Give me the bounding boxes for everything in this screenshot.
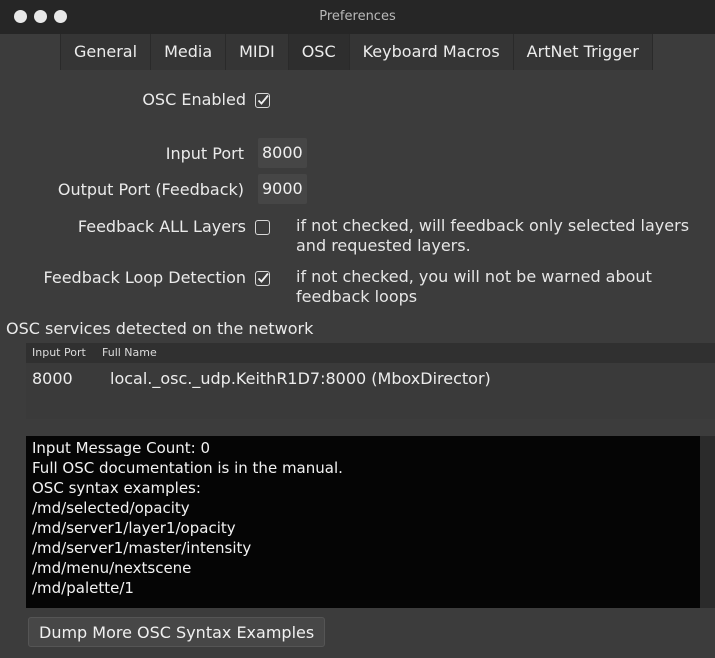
tab-keyboard-macros[interactable]: Keyboard Macros bbox=[349, 34, 514, 70]
feedback-loop-detection-label: Feedback Loop Detection bbox=[43, 268, 246, 287]
column-header-full-name[interactable]: Full Name bbox=[102, 343, 157, 363]
osc-console-output[interactable]: Input Message Count: 0 Full OSC document… bbox=[26, 436, 700, 608]
services-table: Input Port Full Name 8000 local._osc._ud… bbox=[26, 343, 715, 419]
window-title: Preferences bbox=[319, 9, 396, 24]
console-scrollbar[interactable] bbox=[700, 436, 715, 608]
console-line: /md/menu/nextscene bbox=[32, 559, 192, 577]
console-line: OSC syntax examples: bbox=[32, 479, 201, 497]
console-line: Full OSC documentation is in the manual. bbox=[32, 459, 343, 477]
service-port-cell: 8000 bbox=[32, 369, 73, 388]
output-port-field[interactable]: 9000 bbox=[258, 174, 307, 204]
tab-artnet-trigger[interactable]: ArtNet Trigger bbox=[513, 34, 653, 70]
input-port-label: Input Port bbox=[165, 144, 244, 163]
column-header-input-port[interactable]: Input Port bbox=[32, 343, 86, 363]
input-port-field[interactable]: 8000 bbox=[258, 138, 307, 168]
checkmark-icon bbox=[257, 94, 269, 105]
osc-enabled-label: OSC Enabled bbox=[142, 90, 246, 109]
console-line: /md/server1/layer1/opacity bbox=[32, 519, 236, 537]
feedback-all-layers-checkbox[interactable] bbox=[255, 220, 270, 235]
tab-media[interactable]: Media bbox=[151, 34, 227, 70]
services-section-title: OSC services detected on the network bbox=[6, 319, 314, 338]
checkmark-icon bbox=[257, 272, 269, 283]
title-bar: Preferences bbox=[0, 0, 715, 34]
console-line: /md/palette/1 bbox=[32, 579, 134, 597]
dump-more-examples-button[interactable]: Dump More OSC Syntax Examples bbox=[28, 617, 326, 647]
tab-general[interactable]: General bbox=[60, 34, 152, 70]
console-line: /md/selected/opacity bbox=[32, 499, 190, 517]
console-line: Input Message Count: 0 bbox=[32, 439, 211, 457]
feedback-all-layers-note: if not checked, will feedback only selec… bbox=[296, 216, 690, 255]
tab-osc[interactable]: OSC bbox=[288, 34, 350, 70]
tab-bar: General Media MIDI OSC Keyboard Macros A… bbox=[60, 34, 653, 70]
osc-settings-panel: OSC Enabled Input Port 8000 Output Port … bbox=[0, 70, 715, 658]
feedback-all-layers-label: Feedback ALL Layers bbox=[77, 217, 246, 236]
service-name-cell: local._osc._udp.KeithR1D7:8000 (MboxDire… bbox=[110, 369, 491, 388]
feedback-loop-detection-checkbox[interactable] bbox=[255, 271, 270, 286]
console-line: /md/server1/master/intensity bbox=[32, 539, 252, 557]
output-port-label: Output Port (Feedback) bbox=[57, 180, 244, 199]
osc-enabled-checkbox[interactable] bbox=[255, 93, 270, 108]
tab-midi[interactable]: MIDI bbox=[226, 34, 289, 70]
services-table-header: Input Port Full Name bbox=[26, 343, 715, 363]
feedback-loop-detection-note: if not checked, you will not be warned a… bbox=[296, 267, 652, 306]
